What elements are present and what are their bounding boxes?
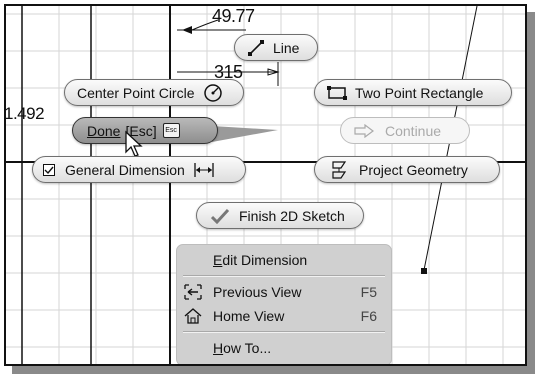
dimension-arrow-top <box>182 26 192 34</box>
home-view-icon <box>183 307 203 328</box>
menu-separator <box>183 331 385 333</box>
context-menu: Edit Dimension Previous View F5 Home Vie… <box>176 244 392 364</box>
done-button[interactable]: Done [Esc] Esc <box>72 117 218 144</box>
menu-item-label: Home View <box>213 308 285 324</box>
previous-view-icon <box>183 283 203 304</box>
circle-icon <box>203 83 223 103</box>
line-icon <box>247 39 265 57</box>
center-point-circle-button[interactable]: Center Point Circle <box>64 79 244 106</box>
dimension-value-top[interactable]: 49.77 <box>212 6 255 27</box>
two-point-rectangle-label: Two Point Rectangle <box>355 84 484 101</box>
general-dimension-button[interactable]: General Dimension <box>32 156 246 183</box>
checkmark-icon <box>211 208 229 224</box>
project-geometry-icon <box>329 160 349 180</box>
checkbox-icon <box>43 163 55 176</box>
menu-item-previous-view[interactable]: Previous View F5 <box>177 281 391 303</box>
menu-item-label: Edit Dimension <box>213 252 308 268</box>
rectangle-icon <box>327 85 347 101</box>
frame-shadow-bottom <box>12 366 535 374</box>
menu-item-label: Previous View <box>213 284 302 300</box>
done-label: Done <box>87 122 121 139</box>
line-endpoint-marker <box>421 268 427 274</box>
center-point-circle-label: Center Point Circle <box>77 84 195 101</box>
menu-item-shortcut: F5 <box>360 284 377 300</box>
two-point-rectangle-button[interactable]: Two Point Rectangle <box>314 79 512 106</box>
menu-item-label: How To... <box>213 340 272 356</box>
project-geometry-button[interactable]: Project Geometry <box>314 156 500 183</box>
finish-2d-sketch-button[interactable]: Finish 2D Sketch <box>196 202 364 229</box>
mouse-cursor-icon <box>125 130 143 157</box>
dimension-icon <box>193 161 215 179</box>
menu-item-edit-dimension[interactable]: Edit Dimension <box>177 249 391 271</box>
done-pointer-wedge <box>212 126 278 142</box>
continue-arrow-icon <box>353 123 375 138</box>
general-dimension-label: General Dimension <box>65 161 185 178</box>
esc-key-icon: Esc <box>162 123 180 138</box>
sketch-canvas[interactable]: 49.77 315 1.492 Line Center Point Circle… <box>4 4 527 366</box>
continue-button[interactable]: Continue <box>340 117 470 144</box>
project-geometry-label: Project Geometry <box>359 161 468 178</box>
finish-2d-sketch-label: Finish 2D Sketch <box>239 207 345 224</box>
menu-item-shortcut: F6 <box>360 308 377 324</box>
line-label: Line <box>273 39 300 56</box>
menu-separator <box>183 275 385 277</box>
dimension-value-left[interactable]: 1.492 <box>6 104 45 124</box>
menu-item-how-to[interactable]: How To... <box>177 337 391 359</box>
line-button[interactable]: Line <box>234 34 318 61</box>
continue-label: Continue <box>385 122 442 139</box>
menu-item-home-view[interactable]: Home View F6 <box>177 305 391 327</box>
frame-shadow-right <box>527 12 535 374</box>
